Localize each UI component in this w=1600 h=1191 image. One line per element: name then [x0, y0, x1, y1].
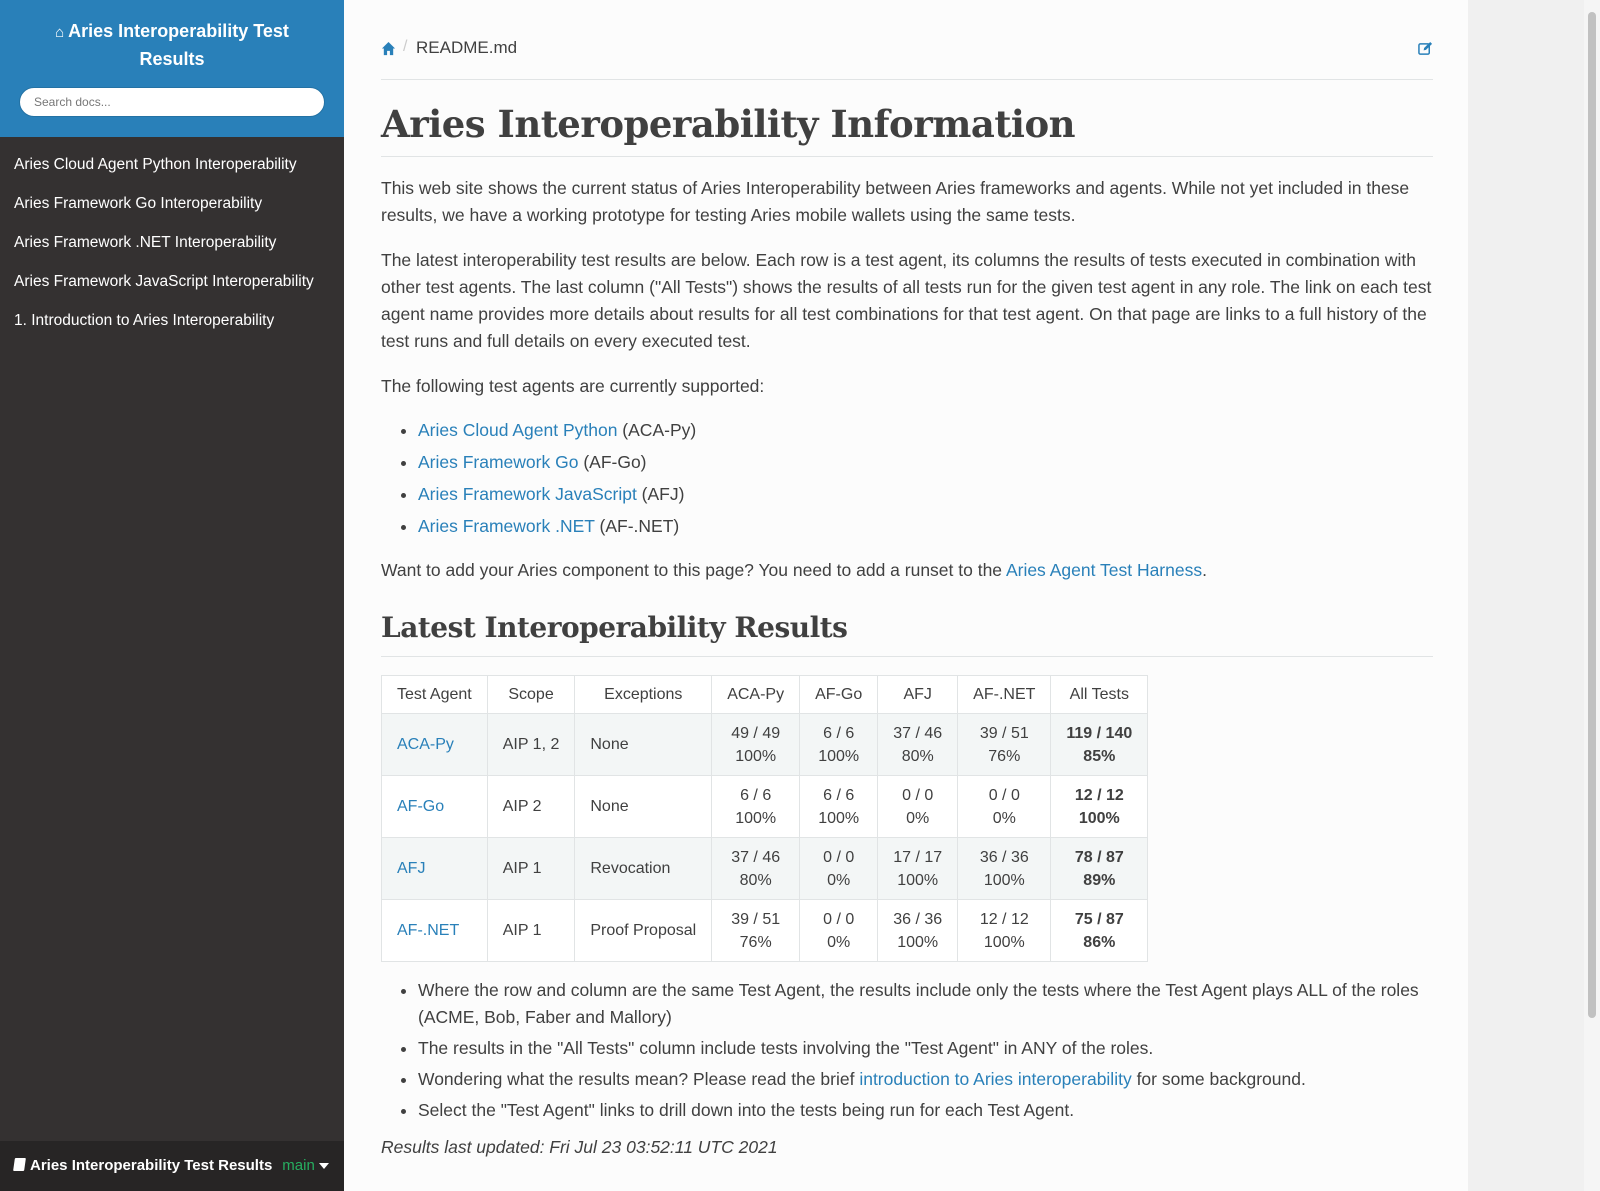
result-cell: 37 / 46 80%	[711, 837, 801, 900]
agent-link-acapy[interactable]: ACA-Py	[397, 736, 454, 753]
result-cell: 49 / 49 100%	[711, 713, 801, 776]
scope-cell: AIP 2	[486, 775, 576, 838]
page-title: Aries Interoperability Information	[381, 80, 1433, 157]
all-tests-cell: 78 / 87 89%	[1050, 837, 1149, 900]
sidebar-nav: Aries Cloud Agent Python Interoperabilit…	[0, 145, 344, 340]
sidebar-item-acapy[interactable]: Aries Cloud Agent Python Interoperabilit…	[0, 145, 344, 184]
result-cell: 6 / 6 100%	[711, 775, 801, 838]
last-updated: Results last updated: Fri Jul 23 03:52:1…	[381, 1137, 778, 1157]
table-row: ACA-Py AIP 1, 2 None 49 / 49 100% 6 / 6 10…	[381, 713, 1149, 776]
result-cell: 0 / 0 0%	[957, 775, 1052, 838]
add-component-paragraph: Want to add your Aries component to this…	[381, 560, 1207, 580]
afgo-link[interactable]: Aries Framework Go	[418, 452, 578, 472]
acapy-link[interactable]: Aries Cloud Agent Python	[418, 420, 617, 440]
branch-label: main	[282, 1157, 315, 1174]
sidebar-item-afj[interactable]: Aries Framework JavaScript Interoperabil…	[0, 262, 344, 301]
all-tests-cell: 12 / 12 100%	[1050, 775, 1149, 838]
notes-list: Where the row and column are the same Te…	[381, 977, 1433, 1124]
agent-link-afnet[interactable]: AF-.NET	[397, 922, 459, 939]
table-row: AF-Go AIP 2 None 6 / 6 100% 6 / 6 100% 0 /…	[381, 775, 1149, 838]
list-item: Wondering what the results mean? Please …	[418, 1066, 1433, 1093]
latest-paragraph: The latest interoperability test results…	[381, 250, 1432, 351]
result-cell: 39 / 51 76%	[711, 899, 801, 962]
project-title[interactable]: Aries Interoperability Test Results	[68, 21, 289, 69]
list-item: Aries Framework JavaScript (AFJ)	[418, 478, 1433, 510]
agent-cell: ACA-Py	[381, 713, 488, 776]
scrollbar-thumb[interactable]	[1588, 12, 1596, 1018]
breadcrumb-current: README.md	[416, 38, 518, 57]
agent-link-afgo[interactable]: AF-Go	[397, 798, 444, 815]
introduction-link[interactable]: introduction to Aries interoperability	[859, 1069, 1131, 1089]
scope-cell: AIP 1	[486, 837, 576, 900]
sidebar-item-afgo[interactable]: Aries Framework Go Interoperability	[0, 184, 344, 223]
sidebar-header: ⌂ Aries Interoperability Test Results	[0, 0, 344, 137]
sidebar-item-afnet[interactable]: Aries Framework .NET Interoperability	[0, 223, 344, 262]
list-item: Aries Framework Go (AF-Go)	[418, 446, 1433, 478]
table-row: AF-.NET AIP 1 Proof Proposal 39 / 51 76% …	[381, 899, 1149, 962]
result-cell: 0 / 0 0%	[877, 775, 959, 838]
results-table: Test Agent Scope Exceptions ACA-Py AF-Go…	[381, 675, 1149, 962]
results-heading: Latest Interoperability Results	[381, 610, 1433, 657]
result-cell: 0 / 0 0%	[799, 837, 879, 900]
edit-icon[interactable]	[1418, 41, 1433, 56]
test-harness-link[interactable]: Aries Agent Test Harness	[1006, 560, 1202, 580]
result-cell: 6 / 6 100%	[799, 775, 879, 838]
result-cell: 36 / 36 100%	[957, 837, 1052, 900]
result-cell: 0 / 0 0%	[799, 899, 879, 962]
list-item: Aries Cloud Agent Python (ACA-Py)	[418, 414, 1433, 446]
agent-cell: AF-Go	[381, 775, 488, 838]
column-header: All Tests	[1050, 675, 1149, 714]
agent-list: Aries Cloud Agent Python (ACA-Py) Aries …	[381, 414, 1433, 542]
footer-label: Aries Interoperability Test Results	[30, 1157, 273, 1174]
breadcrumb: / README.md	[381, 0, 1433, 80]
exceptions-cell: None	[574, 775, 713, 838]
result-cell: 37 / 46 80%	[877, 713, 959, 776]
breadcrumb-separator: /	[403, 38, 408, 55]
list-item: Where the row and column are the same Te…	[418, 977, 1433, 1031]
home-icon[interactable]	[381, 41, 396, 56]
list-item: The results in the "All Tests" column in…	[418, 1035, 1433, 1062]
main-content: / README.md Aries Interoperability Infor…	[344, 0, 1468, 1191]
all-tests-cell: 75 / 87 86%	[1050, 899, 1149, 962]
list-item: Aries Framework .NET (AF-.NET)	[418, 510, 1433, 542]
result-cell: 17 / 17 100%	[877, 837, 959, 900]
intro-paragraph: This web site shows the current status o…	[381, 178, 1410, 225]
page-gutter	[1468, 0, 1600, 1191]
column-header: Exceptions	[574, 675, 713, 714]
book-icon	[13, 1158, 26, 1171]
following-paragraph: The following test agents are currently …	[381, 376, 765, 396]
result-cell: 6 / 6 100%	[799, 713, 879, 776]
column-header: Test Agent	[381, 675, 488, 714]
table-header-row: Test Agent Scope Exceptions ACA-Py AF-Go…	[381, 675, 1149, 714]
sidebar-item-introduction[interactable]: 1. Introduction to Aries Interoperabilit…	[0, 301, 344, 340]
result-cell: 12 / 12 100%	[957, 899, 1052, 962]
version-switcher[interactable]: Aries Interoperability Test Results main	[0, 1141, 344, 1191]
caret-down-icon	[318, 1163, 329, 1170]
all-tests-cell: 119 / 140 85%	[1050, 713, 1149, 776]
column-header: ACA-Py	[711, 675, 801, 714]
scope-cell: AIP 1	[486, 899, 576, 962]
exceptions-cell: None	[574, 713, 713, 776]
agent-link-afj[interactable]: AFJ	[397, 860, 425, 877]
column-header: AF-.NET	[957, 675, 1052, 714]
document: / README.md Aries Interoperability Infor…	[381, 0, 1433, 1158]
scope-cell: AIP 1, 2	[486, 713, 576, 776]
exceptions-cell: Revocation	[574, 837, 713, 900]
result-cell: 36 / 36 100%	[877, 899, 959, 962]
afj-link[interactable]: Aries Framework JavaScript	[418, 484, 637, 504]
sidebar: ⌂Aries Interoperability Test Results Ari…	[0, 0, 344, 1191]
column-header: Scope	[486, 675, 576, 714]
table-row: AFJ AIP 1 Revocation 37 / 46 80% 0 / 0 0% …	[381, 837, 1149, 900]
project-home-link[interactable]: ⌂ Aries Interoperability Test Results	[42, 18, 302, 73]
afnet-link[interactable]: Aries Framework .NET	[418, 516, 595, 536]
column-header: AF-Go	[799, 675, 879, 714]
result-cell: 39 / 51 76%	[957, 713, 1052, 776]
agent-cell: AFJ	[381, 837, 488, 900]
agent-cell: AF-.NET	[381, 899, 488, 962]
column-header: AFJ	[877, 675, 959, 714]
list-item: Select the "Test Agent" links to drill d…	[418, 1097, 1433, 1124]
search-input[interactable]	[19, 87, 325, 117]
exceptions-cell: Proof Proposal	[574, 899, 713, 962]
home-icon: ⌂	[55, 24, 65, 41]
